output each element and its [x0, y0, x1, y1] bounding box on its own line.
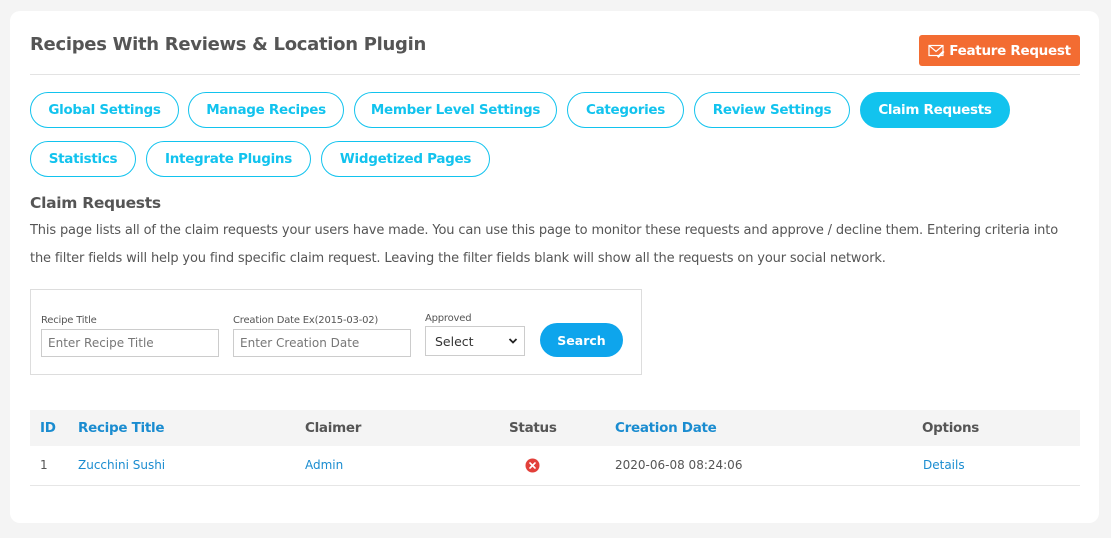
column-status: Status — [509, 420, 557, 436]
column-options: Options — [922, 420, 980, 436]
cell-creation-date: 2020-06-08 08:24:06 — [615, 458, 743, 472]
feature-request-button[interactable]: Feature Request — [919, 35, 1080, 66]
cell-id: 1 — [40, 458, 48, 472]
column-id[interactable]: ID — [40, 420, 56, 436]
column-claimer: Claimer — [305, 420, 362, 436]
page-title: Recipes With Reviews & Location Plugin — [30, 34, 426, 55]
cell-claimer-link[interactable]: Admin — [305, 458, 343, 472]
recipe-title-label: Recipe Title — [41, 315, 97, 326]
table-row: 1 Zucchini Sushi Admin 2020-06-08 08:24:… — [30, 446, 1080, 486]
tab-categories[interactable]: Categories — [567, 92, 684, 128]
tab-member-level-settings[interactable]: Member Level Settings — [354, 92, 557, 128]
mail-edit-icon — [928, 44, 945, 58]
feature-request-label: Feature Request — [949, 42, 1071, 59]
x-circle-icon — [525, 458, 540, 473]
tab-statistics[interactable]: Statistics — [30, 141, 136, 177]
tab-global-settings[interactable]: Global Settings — [30, 92, 179, 128]
approved-selected-value: Select — [435, 333, 474, 349]
cell-recipe-title-link[interactable]: Zucchini Sushi — [78, 458, 165, 472]
details-link[interactable]: Details — [923, 458, 965, 472]
creation-date-input[interactable] — [233, 329, 411, 357]
table-header: ID Recipe Title Claimer Status Creation … — [30, 410, 1080, 446]
tab-widgetized-pages[interactable]: Widgetized Pages — [321, 141, 490, 177]
chevron-down-icon — [508, 338, 518, 344]
approved-label: Approved — [425, 313, 472, 324]
tab-manage-recipes[interactable]: Manage Recipes — [188, 92, 344, 128]
main-panel: Recipes With Reviews & Location Plugin F… — [10, 11, 1099, 523]
tab-review-settings[interactable]: Review Settings — [694, 92, 850, 128]
filter-form: Recipe Title Creation Date Ex(2015-03-02… — [30, 289, 642, 375]
column-recipe-title[interactable]: Recipe Title — [78, 420, 164, 436]
column-creation-date[interactable]: Creation Date — [615, 420, 717, 436]
approved-select[interactable]: Select — [425, 326, 525, 356]
tab-integrate-plugins[interactable]: Integrate Plugins — [146, 141, 311, 177]
tab-claim-requests[interactable]: Claim Requests — [860, 92, 1010, 128]
creation-date-label: Creation Date Ex(2015-03-02) — [233, 315, 379, 326]
section-title: Claim Requests — [30, 194, 161, 212]
recipe-title-input[interactable] — [41, 329, 219, 357]
section-description: This page lists all of the claim request… — [30, 223, 1059, 266]
search-button[interactable]: Search — [540, 323, 623, 357]
header-divider — [30, 74, 1080, 75]
